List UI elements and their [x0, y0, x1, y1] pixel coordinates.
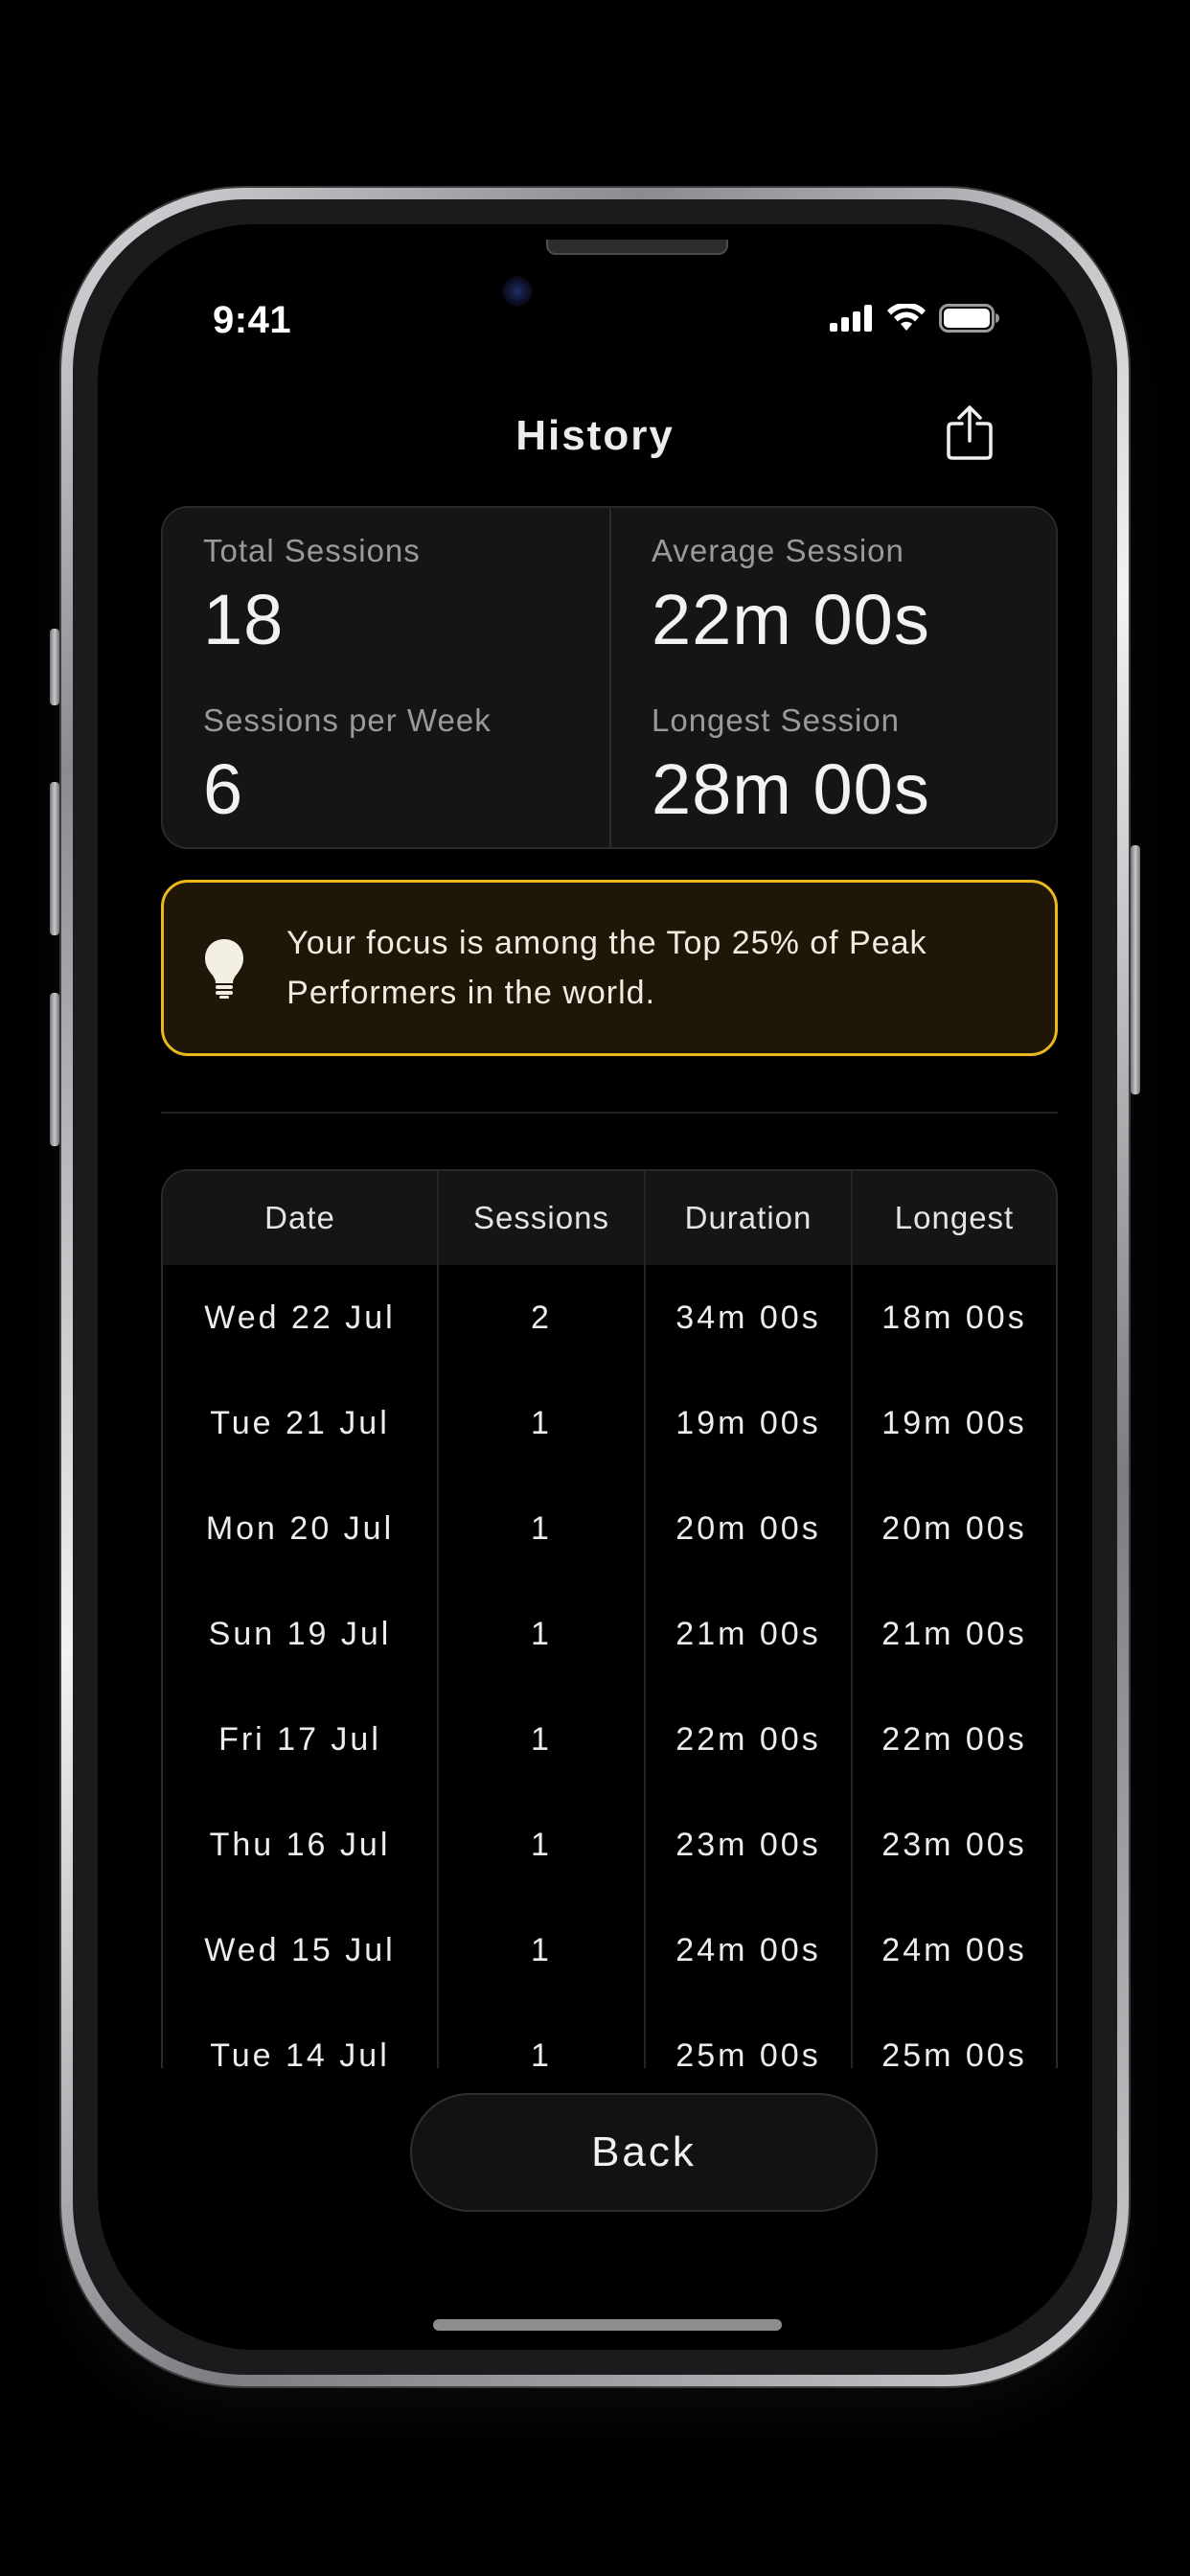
cell-date: Mon 20 Jul: [205, 1509, 395, 1547]
volume-down-button: [50, 993, 59, 1146]
cell-sessions: 2: [437, 1265, 644, 1370]
cell-duration: 19m 00s: [644, 1370, 851, 1476]
stat-longest-session: Longest Session 28m 00s: [609, 678, 1056, 847]
stat-average-session: Average Session 22m 00s: [609, 508, 1056, 678]
lightbulb-icon: [205, 939, 244, 999]
cell-sessions: 1: [437, 1476, 644, 1581]
table-row: Tue 21 Jul 1 19m 00s 19m 00s: [163, 1370, 1056, 1476]
cell-sessions: 1: [437, 1898, 644, 2003]
share-icon: [947, 405, 993, 460]
phone-bezel: 9:41 History Total Sessions 18 Average S…: [73, 199, 1117, 2375]
column-header-sessions: Sessions: [437, 1171, 644, 1265]
screen: 9:41 History Total Sessions 18 Average S…: [98, 224, 1092, 2350]
section-divider: [161, 1112, 1058, 1114]
stat-value: 6: [203, 749, 244, 829]
cell-longest: 21m 00s: [851, 1581, 1056, 1687]
cell-sessions: 1: [437, 1581, 644, 1687]
cell-longest: 18m 00s: [851, 1265, 1056, 1370]
cell-sessions: 1: [437, 1370, 644, 1476]
stat-label: Sessions per Week: [203, 702, 492, 738]
cell-duration: 20m 00s: [644, 1476, 851, 1581]
table-row: Fri 17 Jul 1 22m 00s 22m 00s: [163, 1687, 1056, 1792]
cell-duration: 21m 00s: [644, 1581, 851, 1687]
home-indicator[interactable]: [433, 2319, 782, 2331]
cell-date: Sun 19 Jul: [208, 1615, 392, 1652]
back-button[interactable]: Back: [410, 2093, 878, 2212]
front-camera: [502, 276, 533, 307]
earpiece-speaker: [546, 240, 728, 255]
cell-longest: 20m 00s: [851, 1476, 1056, 1581]
cell-duration: 25m 00s: [644, 2003, 851, 2068]
stat-sessions-per-week: Sessions per Week 6: [163, 678, 609, 847]
table-header-row: Date Sessions Duration Longest: [163, 1171, 1056, 1265]
stat-total-sessions: Total Sessions 18: [163, 508, 609, 678]
cell-sessions: 1: [437, 2003, 644, 2068]
table-row: Tue 14 Jul 1 25m 00s 25m 00s: [163, 2003, 1056, 2068]
cell-date: Thu 16 Jul: [209, 1826, 391, 1863]
phone-frame: 9:41 History Total Sessions 18 Average S…: [50, 188, 1140, 2386]
cell-longest: 19m 00s: [851, 1370, 1056, 1476]
power-button: [1131, 845, 1140, 1094]
status-icons: [830, 303, 1000, 334]
cell-duration: 24m 00s: [644, 1898, 851, 2003]
volume-up-button: [50, 782, 59, 935]
insight-icon-wrap: [200, 937, 248, 999]
stats-card: Total Sessions 18 Average Session 22m 00…: [161, 506, 1058, 849]
cellular-signal-icon: [830, 305, 872, 332]
status-time: 9:41: [213, 299, 292, 341]
cell-longest: 22m 00s: [851, 1687, 1056, 1792]
cell-date: Tue 14 Jul: [210, 2036, 390, 2069]
battery-icon: [939, 304, 999, 333]
column-header-longest: Longest: [851, 1171, 1056, 1265]
cell-duration: 22m 00s: [644, 1687, 851, 1792]
cell-sessions: 1: [437, 1687, 644, 1792]
cell-duration: 23m 00s: [644, 1792, 851, 1898]
cell-duration: 34m 00s: [644, 1265, 851, 1370]
column-header-date: Date: [264, 1200, 335, 1235]
silent-switch: [50, 629, 59, 705]
wifi-icon: [887, 304, 926, 331]
stat-label: Longest Session: [652, 702, 901, 738]
table-row: Wed 22 Jul 2 34m 00s 18m 00s: [163, 1265, 1056, 1370]
stat-label: Total Sessions: [203, 533, 421, 568]
stat-value: 22m 00s: [652, 580, 930, 659]
table-row: Thu 16 Jul 1 23m 00s 23m 00s: [163, 1792, 1056, 1898]
insight-banner: Your focus is among the Top 25% of Peak …: [161, 880, 1058, 1056]
stat-label: Average Session: [652, 533, 904, 568]
cell-longest: 25m 00s: [851, 2003, 1056, 2068]
cell-longest: 24m 00s: [851, 1898, 1056, 2003]
insight-text: Your focus is among the Top 25% of Peak …: [286, 925, 927, 1011]
cell-date: Fri 17 Jul: [218, 1720, 381, 1758]
cell-sessions: 1: [437, 1792, 644, 1898]
share-button[interactable]: [933, 397, 1006, 470]
cell-date: Wed 22 Jul: [204, 1299, 396, 1336]
history-table[interactable]: Date Sessions Duration Longest Wed 22 Ju…: [161, 1169, 1058, 2068]
table-row: Sun 19 Jul 1 21m 00s 21m 00s: [163, 1581, 1056, 1687]
column-header-duration: Duration: [644, 1171, 851, 1265]
table-row: Mon 20 Jul 1 20m 00s 20m 00s: [163, 1476, 1056, 1581]
stat-value: 18: [203, 580, 285, 659]
stat-value: 28m 00s: [652, 749, 930, 829]
table-row: Wed 15 Jul 1 24m 00s 24m 00s: [163, 1898, 1056, 2003]
cell-date: Wed 15 Jul: [204, 1931, 396, 1968]
cell-date: Tue 21 Jul: [210, 1404, 390, 1441]
cell-longest: 23m 00s: [851, 1792, 1056, 1898]
